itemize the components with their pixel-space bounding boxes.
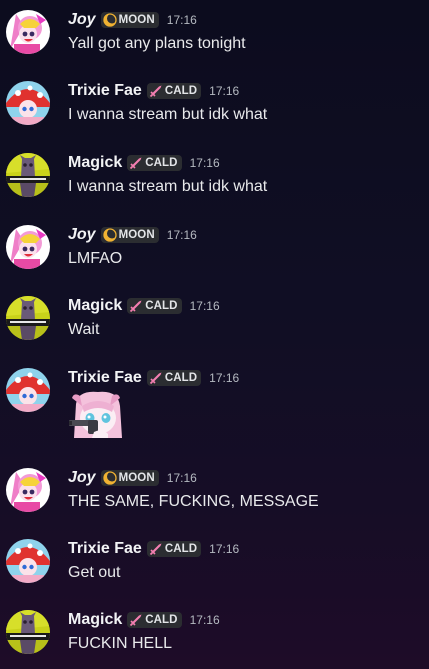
- sword-icon: [129, 299, 143, 313]
- timestamp[interactable]: 17:16: [167, 468, 197, 488]
- chat-message: Trixie Fae CALD 17:16: [0, 368, 429, 458]
- chat-message: Magick CALD 17:16 FUCKIN HELL: [0, 610, 429, 669]
- server-tag[interactable]: CALD: [146, 83, 202, 99]
- chat-message: Joy MOON 17:16 Yall got any plans tonigh…: [0, 10, 429, 70]
- user-avatar[interactable]: [6, 153, 50, 197]
- user-avatar[interactable]: [6, 610, 50, 654]
- username[interactable]: Magick: [68, 610, 122, 630]
- chat-message: Magick CALD 17:16 Wait: [0, 296, 429, 356]
- username[interactable]: Magick: [68, 296, 122, 316]
- message-text: Wait: [68, 321, 100, 338]
- user-avatar[interactable]: [6, 368, 50, 412]
- message-header: Joy MOON 17:16: [68, 225, 197, 245]
- username[interactable]: Trixie Fae: [68, 81, 142, 101]
- moon-icon: [102, 13, 117, 27]
- username[interactable]: Trixie Fae: [68, 368, 142, 388]
- timestamp[interactable]: 17:16: [167, 10, 197, 30]
- server-tag[interactable]: MOON: [100, 227, 159, 243]
- message-text: I wanna stream but idk what: [68, 106, 268, 123]
- timestamp[interactable]: 17:16: [209, 368, 239, 388]
- sword-icon: [129, 613, 143, 627]
- message-header: Magick CALD 17:16: [68, 610, 220, 630]
- server-tag-label: CALD: [145, 614, 178, 626]
- server-tag[interactable]: MOON: [100, 470, 159, 486]
- server-tag-label: CALD: [145, 157, 178, 169]
- timestamp[interactable]: 17:16: [209, 539, 239, 559]
- chat-message: Trixie Fae CALD 17:16 Get out: [0, 539, 429, 599]
- message-text: LMFAO: [68, 250, 123, 267]
- message-header: Magick CALD 17:16: [68, 153, 220, 173]
- message-header: Magick CALD 17:16: [68, 296, 220, 316]
- server-tag-label: CALD: [164, 372, 198, 384]
- message-text: Yall got any plans tonight: [68, 35, 246, 52]
- username[interactable]: Trixie Fae: [68, 539, 142, 559]
- server-tag-label: MOON: [118, 472, 155, 484]
- username[interactable]: Joy: [68, 468, 96, 488]
- timestamp[interactable]: 17:16: [190, 610, 220, 630]
- server-tag-label: CALD: [145, 300, 178, 312]
- server-tag[interactable]: CALD: [146, 541, 202, 557]
- message-text: I wanna stream but idk what: [68, 178, 268, 195]
- moon-icon: [102, 471, 117, 485]
- server-tag-label: CALD: [164, 543, 198, 555]
- message-header: Trixie Fae CALD 17:16: [68, 81, 239, 101]
- moon-icon: [102, 228, 117, 242]
- username[interactable]: Joy: [68, 225, 96, 245]
- server-tag-label: CALD: [164, 85, 198, 97]
- server-tag-label: MOON: [118, 229, 155, 241]
- message-text: Get out: [68, 564, 121, 581]
- user-avatar[interactable]: [6, 225, 50, 269]
- chat-message: Joy MOON 17:16 LMFAO: [0, 225, 429, 285]
- username[interactable]: Magick: [68, 153, 122, 173]
- user-avatar[interactable]: [6, 468, 50, 512]
- message-text: FUCKIN HELL: [68, 635, 173, 652]
- server-tag[interactable]: CALD: [146, 370, 202, 386]
- user-avatar[interactable]: [6, 296, 50, 340]
- sword-icon: [149, 84, 163, 98]
- chat-message: Trixie Fae CALD 17:16 I wanna stream but…: [0, 81, 429, 141]
- user-avatar[interactable]: [6, 539, 50, 583]
- server-tag[interactable]: CALD: [127, 155, 182, 171]
- timestamp[interactable]: 17:16: [209, 81, 239, 101]
- server-tag[interactable]: MOON: [100, 12, 159, 28]
- server-tag[interactable]: CALD: [127, 612, 182, 628]
- username[interactable]: Joy: [68, 10, 96, 30]
- sword-icon: [149, 371, 163, 385]
- message-text: THE SAME, FUCKING, MESSAGE: [68, 493, 319, 510]
- chat-message: Joy MOON 17:16 THE SAME, FUCKING, MESSAG…: [0, 468, 429, 528]
- chat-message-list: Joy MOON 17:16 Yall got any plans tonigh…: [0, 0, 429, 669]
- timestamp[interactable]: 17:16: [190, 296, 220, 316]
- anime-girl-gun-sticker[interactable]: [68, 390, 124, 440]
- user-avatar[interactable]: [6, 81, 50, 125]
- message-header: Joy MOON 17:16: [68, 10, 197, 30]
- message-header: Trixie Fae CALD 17:16: [68, 539, 239, 559]
- message-header: Joy MOON 17:16: [68, 468, 197, 488]
- chat-message: Magick CALD 17:16 I wanna stream but idk…: [0, 153, 429, 213]
- sword-icon: [129, 156, 143, 170]
- user-avatar[interactable]: [6, 10, 50, 54]
- sword-icon: [149, 542, 163, 556]
- server-tag[interactable]: CALD: [127, 298, 182, 314]
- timestamp[interactable]: 17:16: [190, 153, 220, 173]
- timestamp[interactable]: 17:16: [167, 225, 197, 245]
- message-header: Trixie Fae CALD 17:16: [68, 368, 239, 388]
- server-tag-label: MOON: [118, 14, 155, 26]
